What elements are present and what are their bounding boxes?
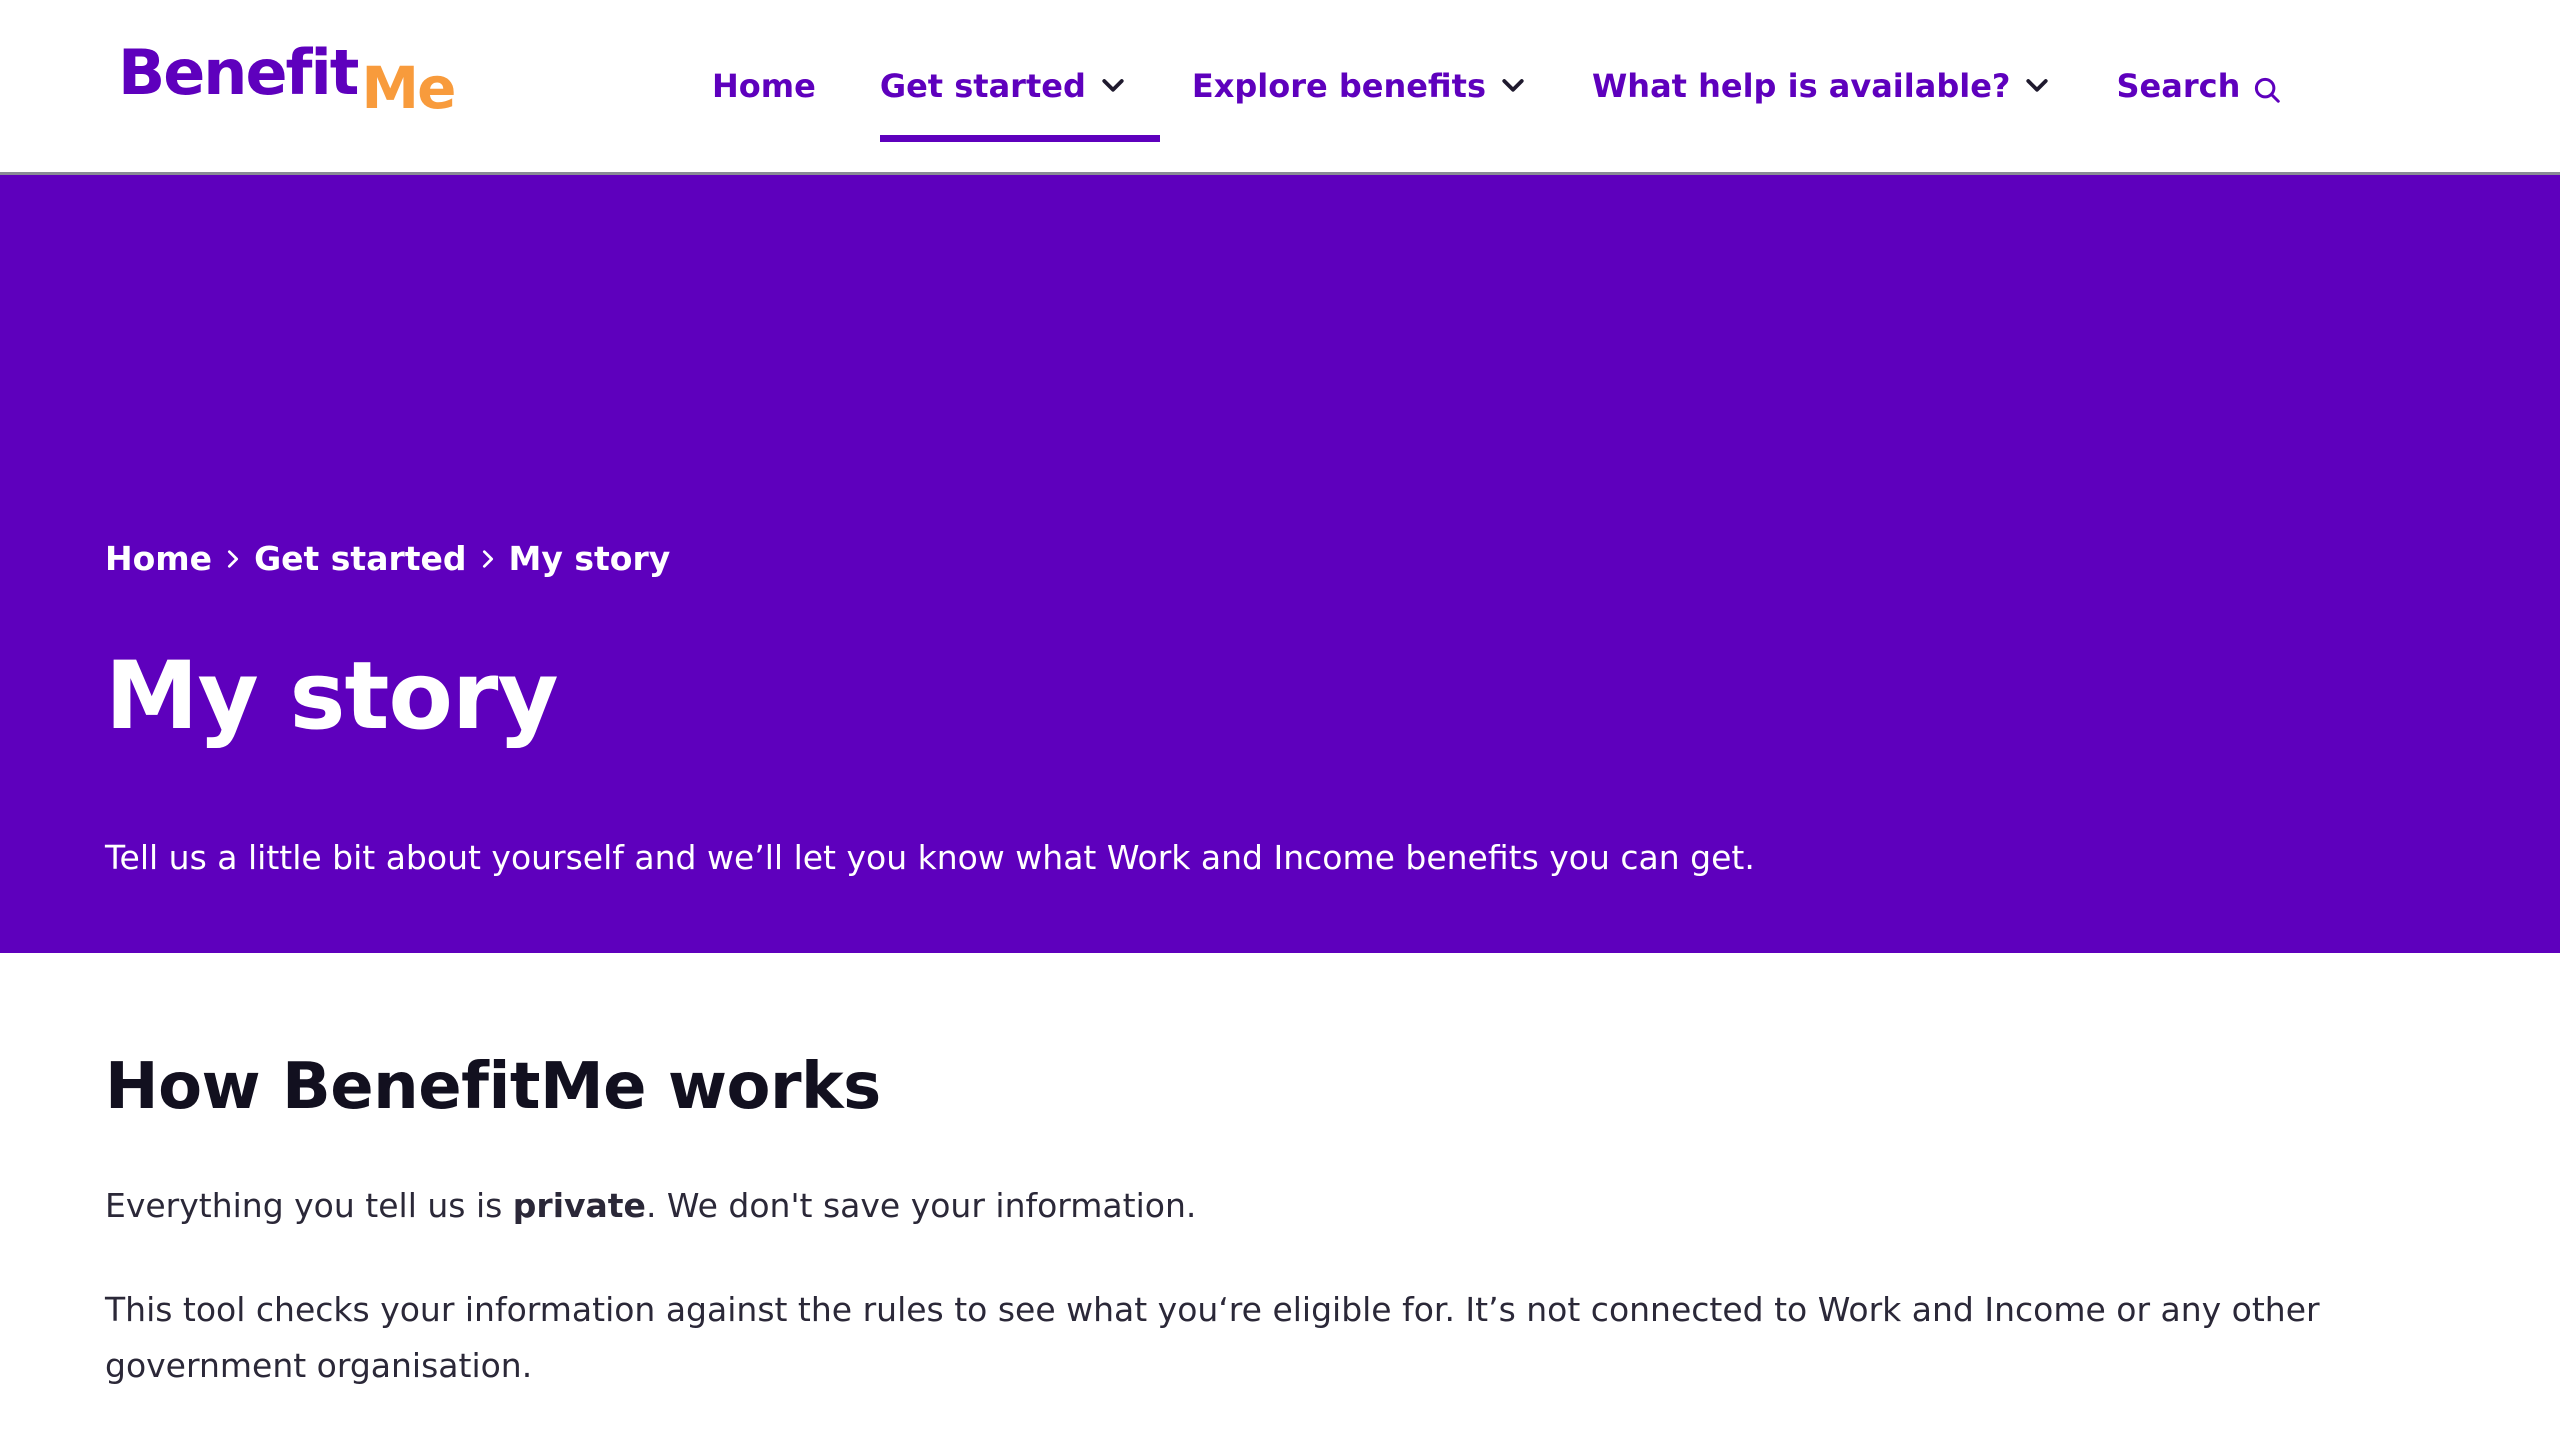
breadcrumb-get-started[interactable]: Get started bbox=[254, 539, 466, 578]
nav-explore-benefits[interactable]: Explore benefits bbox=[1160, 0, 1560, 172]
nav-what-help[interactable]: What help is available? bbox=[1560, 0, 2084, 172]
nav-explore-benefits-label: Explore benefits bbox=[1191, 67, 1486, 105]
site-header: BenefitMe Home Get started Explore benef… bbox=[0, 0, 2560, 175]
chevron-right-icon bbox=[228, 549, 239, 568]
nav-search-label: Search bbox=[2116, 67, 2241, 105]
nav-home-label: Home bbox=[712, 67, 816, 105]
privacy-text-after: . We don't save your information. bbox=[645, 1186, 1197, 1225]
page-title: My story bbox=[105, 642, 559, 751]
privacy-paragraph: Everything you tell us is private. We do… bbox=[105, 1178, 2455, 1234]
chevron-down-icon bbox=[2026, 79, 2049, 92]
nav-home[interactable]: Home bbox=[690, 0, 848, 172]
hero-intro: Tell us a little bit about yourself and … bbox=[105, 838, 1755, 877]
chevron-down-icon bbox=[1102, 79, 1124, 92]
search-icon bbox=[2255, 77, 2281, 103]
section-heading: How BenefitMe works bbox=[105, 1050, 881, 1124]
logo-benefit: Benefit bbox=[118, 36, 359, 109]
tool-explanation-paragraph: This tool checks your information agains… bbox=[105, 1290, 2320, 1385]
nav-get-started-label: Get started bbox=[879, 67, 1086, 105]
breadcrumb-home[interactable]: Home bbox=[105, 539, 212, 578]
chevron-down-icon bbox=[1502, 79, 1524, 92]
nav-get-started[interactable]: Get started bbox=[848, 0, 1160, 172]
benefitme-logo[interactable]: BenefitMe bbox=[118, 42, 456, 118]
nav-what-help-label: What help is available? bbox=[1591, 67, 2011, 105]
privacy-text-before: Everything you tell us is bbox=[105, 1186, 513, 1225]
logo-me: Me bbox=[361, 54, 456, 122]
breadcrumb-my-story: My story bbox=[508, 539, 671, 578]
privacy-emphasis: private bbox=[512, 1186, 646, 1225]
main-nav: Home Get started Explore benefits What h… bbox=[690, 0, 2314, 172]
chevron-right-icon bbox=[482, 549, 493, 568]
breadcrumb: Home Get started My story bbox=[105, 539, 670, 578]
hero-banner: Home Get started My story My story Tell … bbox=[0, 175, 2560, 953]
nav-search[interactable]: Search bbox=[2084, 0, 2314, 172]
